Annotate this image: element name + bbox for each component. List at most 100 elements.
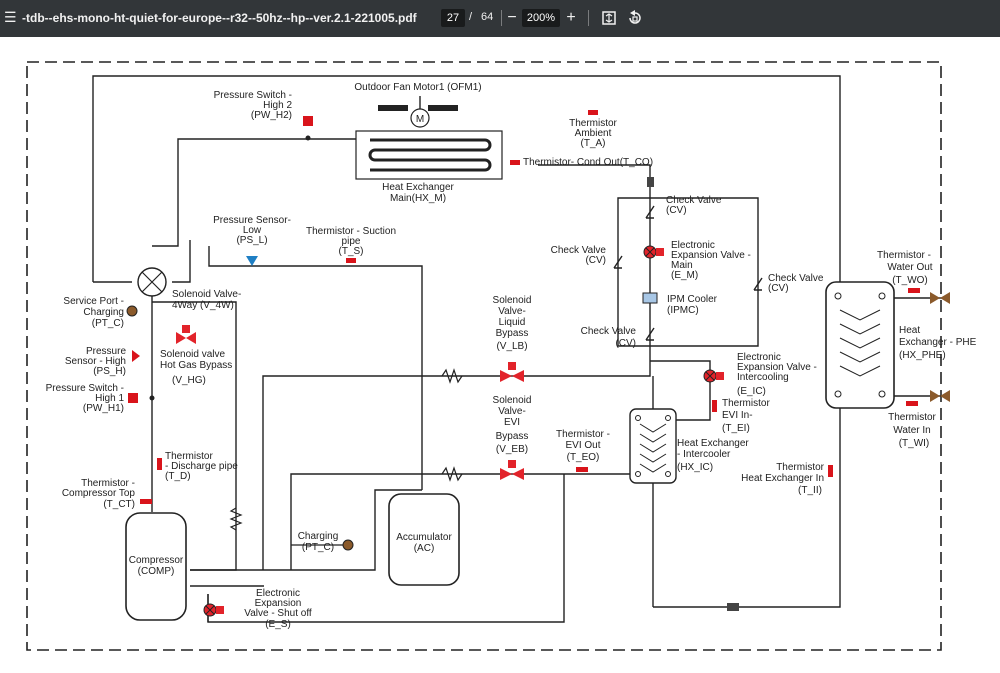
svg-text:Solenoid: Solenoid bbox=[493, 295, 532, 306]
svg-text:Heat Exchanger In: Heat Exchanger In bbox=[741, 473, 824, 484]
refrigerant-cycle-diagram: Outdoor Fan Motor1 (OFM1) M Heat Exchang… bbox=[26, 61, 977, 651]
service-port-charging bbox=[126, 305, 138, 317]
svg-text:Thermistor -: Thermistor - bbox=[556, 429, 610, 440]
svg-text:EVI In-: EVI In- bbox=[722, 410, 753, 421]
eev-main bbox=[643, 245, 664, 259]
svg-text:(T_EO): (T_EO) bbox=[567, 452, 600, 463]
svg-text:Exchanger - PHE: Exchanger - PHE bbox=[899, 337, 977, 348]
svg-text:Water In: Water In bbox=[893, 425, 930, 436]
svg-text:(PW_H1): (PW_H1) bbox=[83, 403, 124, 414]
svg-text:(T_D): (T_D) bbox=[165, 471, 191, 482]
thermistor-ambient bbox=[588, 110, 598, 115]
filter bbox=[647, 177, 654, 187]
thermistor-evi-in bbox=[712, 400, 717, 412]
svg-text:(CV): (CV) bbox=[585, 255, 606, 266]
svg-text:(PS_H): (PS_H) bbox=[93, 366, 126, 377]
page-number-input[interactable]: 27 bbox=[441, 9, 465, 27]
solenoid-valve-evi-bypass bbox=[441, 460, 524, 482]
svg-text:(PW_H2): (PW_H2) bbox=[251, 110, 292, 121]
four-way-valve bbox=[137, 267, 167, 297]
svg-text:Accumulator: Accumulator bbox=[396, 532, 452, 543]
document-title: -tdb--ehs-mono-ht-quiet-for-europe--r32-… bbox=[22, 11, 417, 25]
heat-exchanger-main: Heat Exchanger Main(HX_M) bbox=[355, 130, 503, 204]
svg-text:(PS_L): (PS_L) bbox=[236, 235, 267, 246]
svg-text:(T_A): (T_A) bbox=[581, 138, 606, 149]
svg-text:(HX_IC): (HX_IC) bbox=[677, 462, 713, 473]
ipm-cooler bbox=[642, 292, 658, 304]
zoom-out-button[interactable]: − bbox=[505, 7, 519, 29]
svg-text:(T_EI): (T_EI) bbox=[722, 423, 750, 434]
thermistor-hx-in bbox=[828, 465, 833, 477]
svg-text:(AC): (AC) bbox=[414, 543, 435, 554]
svg-text:IPM Cooler: IPM Cooler bbox=[667, 294, 718, 305]
svg-text:(PT_C): (PT_C) bbox=[302, 542, 334, 553]
zoom-in-button[interactable]: + bbox=[564, 7, 578, 29]
eev-intercooling bbox=[703, 369, 724, 383]
svg-text:(E_M): (E_M) bbox=[671, 270, 698, 281]
svg-text:Thermistor: Thermistor bbox=[776, 462, 824, 473]
solenoid-valve-liquid-bypass bbox=[441, 362, 524, 384]
svg-text:(T_S): (T_S) bbox=[339, 246, 364, 257]
svg-text:(V_EB): (V_EB) bbox=[496, 444, 528, 455]
thermistor-compressor-top bbox=[140, 499, 152, 504]
thermistor-water-out bbox=[908, 288, 920, 293]
pressure-sensor-low bbox=[246, 256, 258, 266]
pressure-sensor-high bbox=[132, 350, 140, 362]
compressor: Compressor (COMP) bbox=[125, 512, 187, 621]
svg-text:4Way (V_4W): 4Way (V_4W) bbox=[172, 300, 234, 311]
svg-text:Compressor Top: Compressor Top bbox=[62, 488, 136, 499]
svg-text:(T_II): (T_II) bbox=[798, 485, 822, 496]
page-separator: / bbox=[469, 11, 473, 23]
svg-text:(E_IC): (E_IC) bbox=[737, 386, 766, 397]
svg-text:EVI: EVI bbox=[504, 417, 520, 428]
svg-text:(T_CT): (T_CT) bbox=[103, 499, 135, 510]
page-total: 64 bbox=[481, 11, 494, 23]
toolbar-divider bbox=[588, 10, 589, 26]
pressure-switch-high-1 bbox=[128, 393, 138, 403]
svg-text:Bypass: Bypass bbox=[496, 431, 529, 442]
svg-text:Bypass: Bypass bbox=[496, 328, 529, 339]
hamburger-menu-icon[interactable]: ☰ bbox=[4, 9, 18, 25]
ofm1-label: Outdoor Fan Motor1 (OFM1) bbox=[354, 82, 481, 93]
pdf-toolbar: ☰ -tdb--ehs-mono-ht-quiet-for-europe--r3… bbox=[0, 0, 1000, 37]
svg-text:(IPMC): (IPMC) bbox=[667, 305, 699, 316]
svg-text:Service Port -: Service Port - bbox=[63, 296, 124, 307]
svg-text:Heat: Heat bbox=[899, 325, 920, 336]
solenoid-valve-hot-gas-bypass bbox=[176, 325, 196, 344]
svg-text:(T_WI): (T_WI) bbox=[899, 438, 930, 449]
svg-text:(CV): (CV) bbox=[768, 283, 789, 294]
svg-text:Hot Gas Bypass: Hot Gas Bypass bbox=[160, 360, 232, 371]
svg-text:Valve-: Valve- bbox=[498, 306, 526, 317]
svg-text:(V_LB): (V_LB) bbox=[496, 341, 527, 352]
fit-to-page-icon[interactable] bbox=[599, 7, 619, 29]
svg-text:Valve - Shut off: Valve - Shut off bbox=[244, 608, 312, 619]
svg-text:Charging: Charging bbox=[83, 307, 124, 318]
zoom-level-input[interactable]: 200% bbox=[522, 9, 560, 27]
svg-text:Valve-: Valve- bbox=[498, 406, 526, 417]
charging-port bbox=[342, 539, 354, 551]
svg-text:Heat Exchanger: Heat Exchanger bbox=[382, 182, 454, 193]
svg-text:Solenoid: Solenoid bbox=[493, 395, 532, 406]
svg-text:EVI Out: EVI Out bbox=[565, 440, 600, 451]
svg-text:Charging: Charging bbox=[298, 531, 339, 542]
svg-text:Solenoid Valve-: Solenoid Valve- bbox=[172, 289, 241, 300]
heat-exchanger-intercooler bbox=[629, 408, 677, 484]
accumulator: Accumulator (AC) bbox=[388, 493, 460, 586]
svg-text:Solenoid valve: Solenoid valve bbox=[160, 349, 225, 360]
svg-text:Thermistor -: Thermistor - bbox=[877, 250, 931, 261]
svg-text:Liquid: Liquid bbox=[499, 317, 526, 328]
svg-text:Thermistor: Thermistor bbox=[722, 398, 770, 409]
thermistor-discharge-pipe bbox=[157, 458, 162, 470]
thermistor-water-in bbox=[906, 401, 918, 406]
bottom-filter bbox=[727, 603, 739, 611]
svg-text:(E_S): (E_S) bbox=[265, 619, 291, 630]
svg-text:Thermistor: Thermistor bbox=[888, 412, 936, 423]
toolbar-divider bbox=[501, 10, 502, 26]
svg-text:(T_WO): (T_WO) bbox=[892, 275, 928, 286]
svg-text:Intercooling: Intercooling bbox=[737, 372, 789, 383]
plate-heat-exchanger bbox=[825, 281, 895, 409]
svg-text:- Intercooler: - Intercooler bbox=[677, 449, 731, 460]
rotate-icon[interactable] bbox=[625, 7, 645, 29]
thermistor-suction bbox=[346, 258, 356, 263]
svg-text:(COMP): (COMP) bbox=[138, 566, 175, 577]
